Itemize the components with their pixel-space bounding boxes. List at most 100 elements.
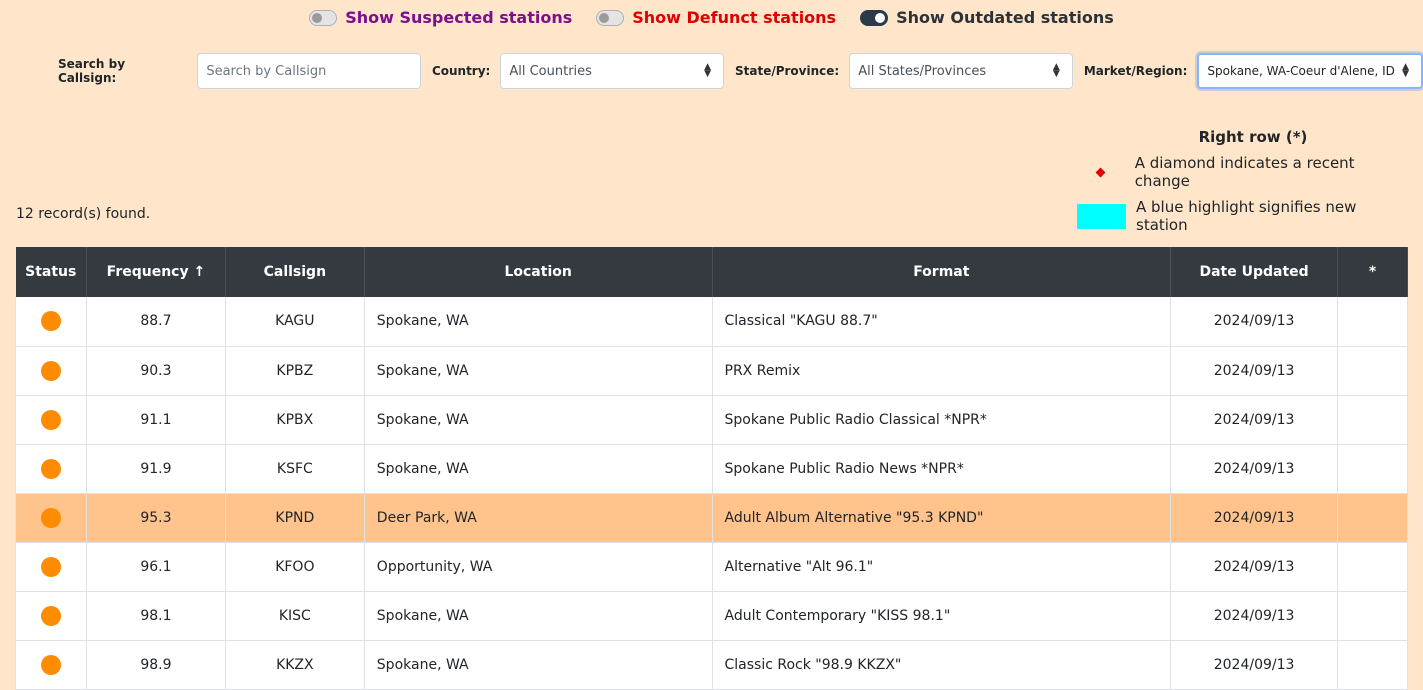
format-cell: Alternative "Alt 96.1" [712, 542, 1172, 592]
format-cell: Adult Contemporary "KISS 98.1" [712, 591, 1172, 641]
state-select-value: All States/Provinces [858, 63, 987, 79]
star-cell [1337, 493, 1408, 543]
date-updated-cell: 2024/09/13 [1170, 591, 1339, 641]
header-location[interactable]: Location [364, 247, 713, 297]
status-dot-icon [40, 654, 61, 675]
status-dot-icon [40, 458, 61, 479]
status-cell [15, 493, 87, 543]
switch-knob [875, 12, 886, 23]
location-cell: Spokane, WA [364, 346, 713, 396]
table-row[interactable]: 96.1 KFOO Opportunity, WA Alternative "Alt … [15, 542, 1408, 592]
frequency-cell: 96.1 [86, 542, 226, 592]
status-cell [15, 542, 87, 592]
status-dot-icon [40, 360, 61, 381]
location-cell: Opportunity, WA [364, 542, 713, 592]
callsign-cell: KFOO [225, 542, 365, 592]
toggle-outdated[interactable]: Show Outdated stations [860, 8, 1114, 27]
table-row[interactable]: 98.9 KKZX Spokane, WA Classic Rock "98.9 KK… [15, 640, 1408, 690]
suspected-switch[interactable] [309, 9, 338, 26]
frequency-cell: 90.3 [86, 346, 226, 396]
switch-knob [599, 12, 610, 23]
table-row[interactable]: 98.1 KISC Spokane, WA Adult Contemporary "K… [15, 591, 1408, 641]
status-dot-icon [40, 409, 61, 430]
callsign-cell: KAGU [225, 297, 365, 347]
status-cell [15, 591, 87, 641]
star-cell [1337, 297, 1408, 347]
legend-title: Right row (*) [1198, 128, 1308, 146]
defunct-switch[interactable] [596, 9, 625, 26]
header-date-updated[interactable]: Date Updated [1170, 247, 1339, 297]
header-status[interactable]: Status [15, 247, 87, 297]
status-dot-icon [40, 507, 61, 528]
outdated-switch[interactable] [860, 9, 889, 26]
star-cell [1337, 542, 1408, 592]
legend-diamond-text: A diamond indicates a recent change [1134, 154, 1355, 190]
callsign-cell: KPND [225, 493, 365, 543]
header-frequency[interactable]: Frequency ↑ [86, 247, 226, 297]
toggle-suspected[interactable]: Show Suspected stations [309, 8, 572, 27]
table-row[interactable]: 90.3 KPBZ Spokane, WA PRX Remix 2024/09/13 [15, 346, 1408, 396]
location-cell: Spokane, WA [364, 591, 713, 641]
status-cell [15, 346, 87, 396]
frequency-cell: 88.7 [86, 297, 226, 347]
star-cell [1337, 444, 1408, 494]
legend-highlight-text: A blue highlight signifies new station [1136, 198, 1357, 234]
format-cell: Classic Rock "98.9 KKZX" [712, 640, 1172, 690]
table-header-row: Status Frequency ↑ Callsign Location For… [15, 247, 1408, 297]
status-dot-icon [40, 605, 61, 626]
toggle-defunct-label: Show Defunct stations [632, 8, 837, 27]
frequency-cell: 98.9 [86, 640, 226, 690]
star-cell [1337, 395, 1408, 445]
date-updated-cell: 2024/09/13 [1170, 640, 1339, 690]
callsign-cell: KPBX [225, 395, 365, 445]
header-format[interactable]: Format [712, 247, 1172, 297]
market-select[interactable]: Spokane, WA-Coeur d'Alene, ID ▲ ▼ [1197, 53, 1423, 89]
toggle-defunct[interactable]: Show Defunct stations [596, 8, 836, 27]
format-cell: PRX Remix [712, 346, 1172, 396]
frequency-cell: 91.9 [86, 444, 226, 494]
star-cell [1337, 346, 1408, 396]
date-updated-cell: 2024/09/13 [1170, 346, 1339, 396]
country-select[interactable]: All Countries ▲ ▼ [500, 53, 724, 89]
date-updated-cell: 2024/09/13 [1170, 542, 1339, 592]
table-row[interactable]: 91.1 KPBX Spokane, WA Spokane Public Radio … [15, 395, 1408, 445]
highlight-swatch [1077, 203, 1126, 229]
format-cell: Spokane Public Radio Classical *NPR* [712, 395, 1172, 445]
callsign-label: Search by Callsign: [58, 57, 126, 85]
callsign-search-input[interactable]: Search by Callsign [197, 53, 421, 89]
market-label: Market/Region: [1083, 64, 1188, 78]
status-cell [15, 640, 87, 690]
frequency-cell: 91.1 [86, 395, 226, 445]
status-cell [15, 297, 87, 347]
table-row[interactable]: 88.7 KAGU Spokane, WA Classical "KAGU 88.7"… [15, 297, 1408, 347]
status-dot-icon [40, 556, 61, 577]
date-updated-cell: 2024/09/13 [1170, 444, 1339, 494]
diamond-icon [1095, 167, 1106, 177]
select-caret-icon: ▲ ▼ [704, 62, 711, 79]
status-cell [15, 444, 87, 494]
header-callsign[interactable]: Callsign [225, 247, 365, 297]
frequency-cell: 98.1 [86, 591, 226, 641]
record-count: 12 record(s) found. [16, 206, 151, 222]
switch-knob [312, 12, 323, 23]
filter-bar: Search by Callsign: Search by Callsign C… [58, 53, 1423, 89]
date-updated-cell: 2024/09/13 [1170, 493, 1339, 543]
market-select-value: Spokane, WA-Coeur d'Alene, ID [1207, 64, 1395, 78]
legend-diamond-row: A diamond indicates a recent change [1077, 154, 1407, 190]
state-select[interactable]: All States/Provinces ▲ ▼ [849, 53, 1073, 89]
date-updated-cell: 2024/09/13 [1170, 395, 1339, 445]
state-label: State/Province: [734, 64, 840, 78]
location-cell: Deer Park, WA [364, 493, 713, 543]
toggle-bar: Show Suspected stations Show Defunct sta… [0, 8, 1423, 27]
status-dot-icon [40, 311, 61, 332]
stations-table: Status Frequency ↑ Callsign Location For… [15, 247, 1408, 690]
table-row[interactable]: 91.9 KSFC Spokane, WA Spokane Public Radio … [15, 444, 1408, 494]
toggle-suspected-label: Show Suspected stations [345, 8, 573, 27]
legend-highlight-row: A blue highlight signifies new station [1077, 198, 1407, 234]
header-star[interactable]: * [1337, 247, 1408, 297]
date-updated-cell: 2024/09/13 [1170, 297, 1339, 347]
table-row[interactable]: 95.3 KPND Deer Park, WA Adult Album Alterna… [15, 493, 1408, 543]
star-cell [1337, 640, 1408, 690]
country-label: Country: [431, 64, 491, 78]
toggle-outdated-label: Show Outdated stations [896, 8, 1114, 27]
